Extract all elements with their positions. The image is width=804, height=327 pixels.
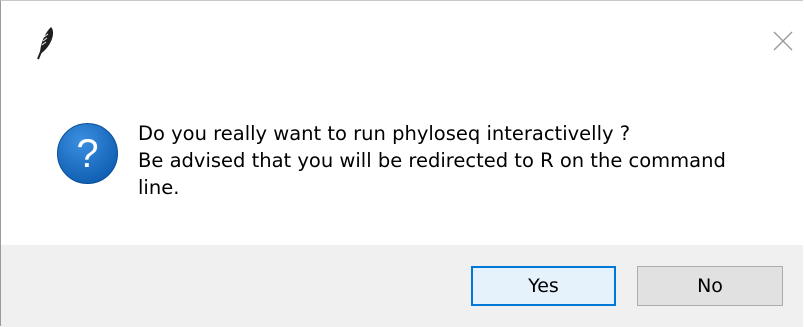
message-line-3: line. [138,176,180,199]
question-icon: ? [57,123,118,184]
message-dialog: ? Do you really want to run phyloseq int… [0,0,803,327]
svg-text:?: ? [76,132,98,176]
message-line-2: Be advised that you will be redirected t… [138,149,726,172]
close-button[interactable] [761,19,804,63]
message-line-1: Do you really want to run phyloseq inter… [138,122,631,145]
close-icon [773,31,793,51]
feather-icon [37,27,54,60]
no-button[interactable]: No [637,266,783,306]
title-bar[interactable] [1,1,803,79]
dialog-message: Do you really want to run phyloseq inter… [138,120,778,201]
dialog-content: ? Do you really want to run phyloseq int… [1,79,803,245]
yes-button[interactable]: Yes [471,266,616,306]
button-bar: Yes No [1,245,803,327]
